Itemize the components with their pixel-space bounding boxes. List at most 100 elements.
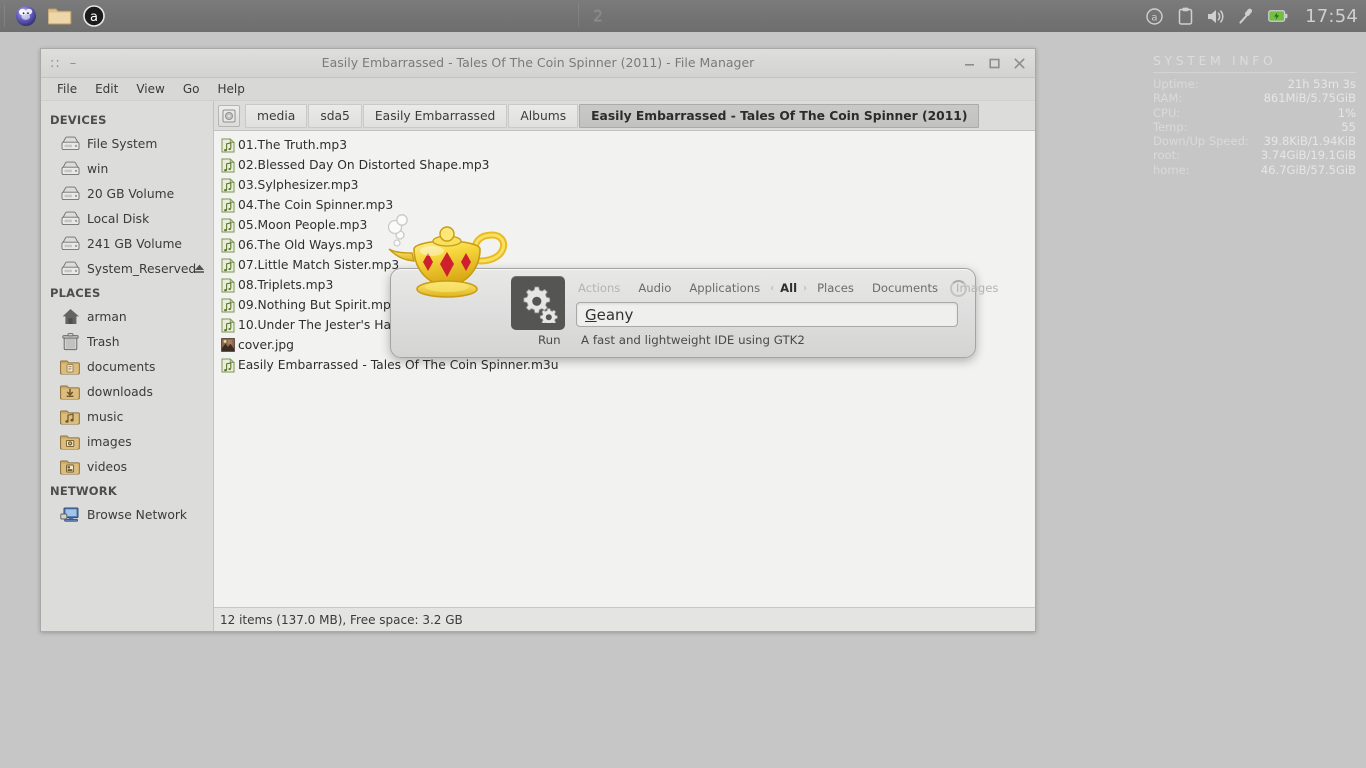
synapse-category-documents[interactable]: Documents (863, 281, 947, 295)
folder-images-icon (60, 435, 80, 450)
system-info-value: 46.7GiB/57.5GiB (1260, 162, 1356, 177)
synapse-result-icon (511, 276, 565, 330)
menu-item-edit[interactable]: Edit (87, 80, 126, 98)
panel-handle[interactable] (4, 5, 5, 27)
sidebar-item-label: Trash (87, 334, 120, 349)
file-manager-launcher[interactable] (43, 0, 77, 32)
sidebar-item-20-gb-volume[interactable]: 20 GB Volume (41, 181, 213, 206)
audio-file-icon (220, 197, 236, 213)
system-info-value: 3.74GiB/19.1GiB (1260, 148, 1356, 163)
breadcrumb-item-active[interactable]: Easily Embarrassed - Tales Of The Coin S… (579, 103, 980, 128)
synapse-search-input[interactable]: Geany (576, 302, 958, 327)
audacious-launcher[interactable]: a (77, 0, 111, 32)
status-text: 12 items (137.0 MB), Free space: 3.2 GB (220, 612, 463, 627)
file-list-row[interactable]: Easily Embarrassed - Tales Of The Coin S… (214, 355, 1035, 375)
audio-file-icon (220, 217, 236, 233)
clock[interactable]: 17:54 (1305, 6, 1358, 27)
sidebar-item-browse-network[interactable]: Browse Network (41, 502, 213, 527)
file-list-row[interactable]: 05.Moon People.mp3 (214, 215, 1035, 235)
synapse-query-mnemonic: G (585, 305, 597, 324)
disk-icon (222, 109, 236, 122)
sidebar-item-videos[interactable]: videos (41, 454, 213, 479)
menu-item-view[interactable]: View (128, 80, 172, 98)
clipboard-tray-icon[interactable] (1175, 6, 1195, 26)
synapse-category-audio[interactable]: Audio (629, 281, 680, 295)
close-button[interactable] (1011, 55, 1027, 71)
sidebar-item-label: Browse Network (87, 507, 188, 522)
file-list-row[interactable]: 04.The Coin Spinner.mp3 (214, 195, 1035, 215)
sidebar-item-label: music (87, 409, 124, 424)
system-tray: a 17:54 (1144, 0, 1358, 32)
synapse-launcher[interactable]: Actions Audio Applications ‹ All › Places Docum… (387, 214, 998, 358)
eject-icon[interactable] (194, 263, 205, 274)
sidebar-item-label: 20 GB Volume (87, 186, 175, 201)
audio-file-icon (220, 317, 236, 333)
maximize-button[interactable] (986, 55, 1002, 71)
sidebar-item-documents[interactable]: documents (41, 354, 213, 379)
folder-music-icon (60, 410, 80, 425)
menu-item-file[interactable]: File (49, 80, 85, 98)
sidebar-item-downloads[interactable]: downloads (41, 379, 213, 404)
system-info-value: 21h 53m 3s (1287, 77, 1356, 91)
audacious-tray-icon[interactable]: a (1144, 6, 1164, 26)
image-file-icon (220, 337, 236, 353)
system-info-value: 55 (1341, 119, 1356, 134)
sidebar-item-local-disk[interactable]: Local Disk (41, 206, 213, 231)
sidebar: DEVICES File System win 20 GB Volume Loc… (41, 101, 214, 631)
file-list-row[interactable]: 03.Sylphesizer.mp3 (214, 175, 1035, 195)
folder-documents-icon (60, 360, 80, 375)
volume-tray-icon[interactable] (1206, 6, 1226, 26)
sidebar-item-music[interactable]: music (41, 404, 213, 429)
minimize-button[interactable] (961, 55, 977, 71)
audio-file-icon (221, 137, 235, 152)
synapse-category-actions[interactable]: Actions (569, 281, 629, 295)
sidebar-section-devices: DEVICES (50, 113, 107, 127)
top-panel: a 2 a 17:54 (0, 0, 1366, 32)
sidebar-item-arman[interactable]: arman (41, 304, 213, 329)
sidebar-item-label: videos (87, 459, 127, 474)
sidebar-item-file-system[interactable]: File System (41, 131, 213, 156)
drive-icon (61, 211, 79, 225)
home-icon (60, 308, 80, 326)
menu-item-go[interactable]: Go (175, 80, 208, 98)
synapse-category-all[interactable]: All (775, 281, 802, 295)
system-info-label: CPU: (1153, 105, 1181, 120)
sidebar-item-241-gb-volume[interactable]: 241 GB Volume (41, 231, 213, 256)
sidebar-item-images[interactable]: images (41, 429, 213, 454)
drive-icon (60, 135, 80, 153)
synapse-category-applications[interactable]: Applications (680, 281, 769, 295)
system-info-value: 1% (1337, 105, 1356, 120)
sidebar-item-trash[interactable]: Trash (41, 329, 213, 354)
breadcrumb-item[interactable]: Easily Embarrassed (362, 103, 508, 128)
trash-icon (61, 332, 79, 350)
workspace-number: 2 (592, 5, 604, 25)
file-list[interactable]: 01.The Truth.mp3 02.Blessed Day On Disto… (214, 131, 1035, 607)
location-toggle-button[interactable] (218, 104, 240, 127)
workspace-switcher[interactable]: 2 (578, 0, 618, 30)
file-list-row[interactable]: 06.The Old Ways.mp3 (214, 235, 1035, 255)
file-list-row[interactable]: 02.Blessed Day On Distorted Shape.mp3 (214, 155, 1035, 175)
mixer-tray-icon[interactable] (1237, 6, 1257, 26)
file-list-row[interactable]: 01.The Truth.mp3 (214, 135, 1035, 155)
audio-file-icon (220, 137, 236, 153)
file-name: 04.The Coin Spinner.mp3 (238, 198, 394, 212)
audio-file-icon (221, 197, 235, 212)
menu-item-help[interactable]: Help (209, 80, 252, 98)
battery-tray-icon[interactable] (1268, 6, 1288, 26)
audio-file-icon (220, 177, 236, 193)
sidebar-item-win[interactable]: win (41, 156, 213, 181)
system-info-title: SYSTEM INFO (1153, 53, 1277, 68)
synapse-description: A fast and lightweight IDE using GTK2 (581, 333, 805, 347)
home-icon (62, 309, 79, 324)
audio-file-icon (220, 277, 236, 293)
sidebar-item-label: images (87, 434, 132, 449)
file-name: 08.Triplets.mp3 (238, 278, 334, 292)
breadcrumb-item[interactable]: Albums (508, 103, 579, 128)
breadcrumb-item[interactable]: media (245, 103, 308, 128)
breadcrumb-item[interactable]: sda5 (308, 103, 362, 128)
sidebar-item-system-reserved[interactable]: System_Reserved (41, 256, 213, 281)
sidebar-item-label: downloads (87, 384, 153, 399)
xfce-mouse-launcher[interactable] (9, 0, 43, 32)
audio-file-icon (220, 157, 236, 173)
synapse-category-places[interactable]: Places (808, 281, 863, 295)
